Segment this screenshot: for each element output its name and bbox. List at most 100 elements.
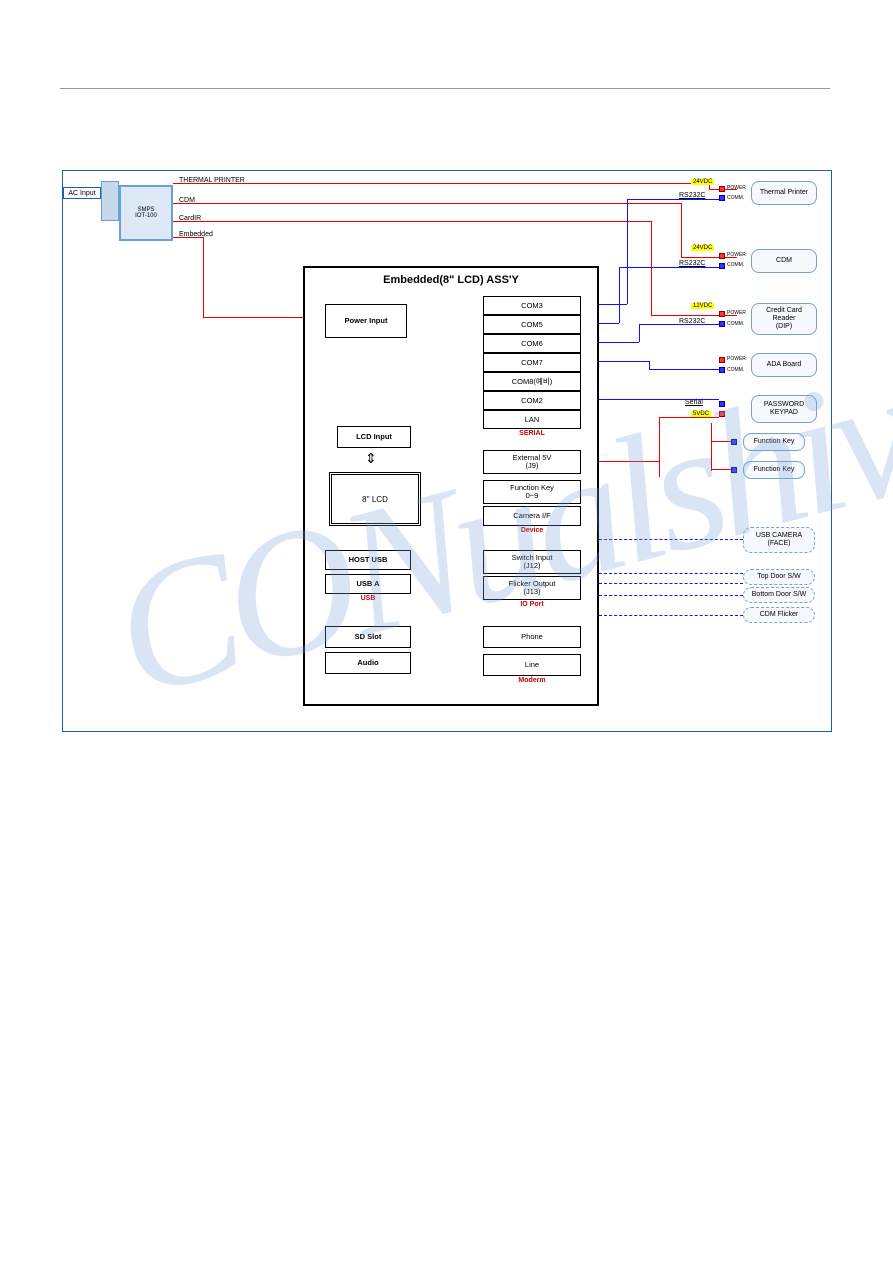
power-label: POWER <box>727 185 746 191</box>
comm-connector-icon <box>731 467 737 473</box>
peripheral-fkey1: Function Key <box>743 433 805 451</box>
comm-label: COMM. <box>727 262 744 268</box>
power-connector-icon <box>719 357 725 363</box>
wire <box>711 441 731 442</box>
smps-block: SMPS IOT-100 <box>119 185 173 241</box>
embedded-assy: Embedded(8" LCD) ASS'Y Power Input COM3 … <box>303 266 599 706</box>
serial-label: SERIAL <box>483 430 581 437</box>
wire <box>599 573 743 574</box>
block-diagram: AC Input SMPS IOT-100 THERMAL PRINTER CD… <box>62 170 832 732</box>
wire <box>619 267 719 268</box>
v12-label: 12VDC <box>691 303 714 309</box>
audio-box: Audio <box>325 652 411 674</box>
port-switch: Switch Input (J12) <box>483 550 581 574</box>
wire <box>203 237 204 317</box>
comm-label: COMM. <box>727 321 744 327</box>
comm-label: COMM. <box>727 195 744 201</box>
ioport-label: IO Port <box>483 601 581 608</box>
bidir-arrow-icon: ⇕ <box>365 450 377 467</box>
host-usb-box: HOST USB <box>325 550 411 570</box>
wire <box>599 583 743 584</box>
wire <box>649 361 650 369</box>
usb-a-box: USB A <box>325 574 411 594</box>
power-label: POWER <box>727 310 746 316</box>
v24-label: 24VDC <box>691 179 714 185</box>
port-com7: COM7 <box>483 353 581 372</box>
peripheral-fkey2: Function Key <box>743 461 805 479</box>
comm-connector-icon <box>719 263 725 269</box>
port-line: Line <box>483 654 581 676</box>
peripheral-cdm-flicker: CDM Flicker <box>743 607 815 623</box>
comm-connector-icon <box>719 321 725 327</box>
wire <box>659 417 719 418</box>
port-com8: COM8(예비) <box>483 372 581 391</box>
lcd-screen: 8'' LCD <box>329 472 421 526</box>
smps-label: SMPS IOT-100 <box>135 207 157 219</box>
power-label: POWER <box>727 356 746 362</box>
port-com6: COM6 <box>483 334 581 353</box>
port-ext5v: External 5V (J9) <box>483 450 581 474</box>
modem-label: Moderm <box>483 677 581 684</box>
power-connector-icon <box>719 311 725 317</box>
wire <box>711 469 731 470</box>
peripheral-ada-board: ADA Board <box>751 353 817 377</box>
peripheral-keypad: PASSWORD KEYPAD <box>751 395 817 423</box>
wire <box>627 199 628 304</box>
wire <box>599 323 619 324</box>
port-lan: LAN <box>483 410 581 429</box>
comm-connector-icon <box>719 401 725 407</box>
wire <box>619 267 620 323</box>
power-input-box: Power Input <box>325 304 407 338</box>
power-connector-icon <box>719 253 725 259</box>
wire <box>599 461 659 462</box>
wire <box>711 423 712 471</box>
ac-input-label: AC Input <box>68 190 95 197</box>
port-com5: COM5 <box>483 315 581 334</box>
serial-label-kp: Serial <box>685 399 703 406</box>
ac-connector <box>101 181 119 221</box>
peripheral-cdm: CDM <box>751 249 817 273</box>
peripheral-thermal-printer: Thermal Printer <box>751 181 817 205</box>
wire <box>173 203 681 204</box>
wire <box>599 399 719 400</box>
comm-connector-icon <box>719 195 725 201</box>
wire <box>651 221 652 315</box>
ac-input-box: AC Input <box>63 187 101 199</box>
peripheral-usb-camera: USB CAMERA (FACE) <box>743 527 815 553</box>
rs232c-label: RS232C <box>679 192 705 199</box>
device-label: Device <box>483 527 581 534</box>
assy-title: Embedded(8" LCD) ASS'Y <box>305 274 597 286</box>
comm-label: COMM. <box>727 367 744 373</box>
wire <box>599 595 743 596</box>
wire <box>627 199 719 200</box>
usb-label: USB <box>325 595 411 602</box>
sd-slot-box: SD Slot <box>325 626 411 648</box>
port-camera: Camera I/F <box>483 506 581 526</box>
power-label: POWER <box>727 252 746 258</box>
wire <box>639 324 640 342</box>
peripheral-bottom-door: Bottom Door S/W <box>743 587 815 603</box>
power-connector-icon <box>719 186 725 192</box>
comm-connector-icon <box>731 439 737 445</box>
port-com2: COM2 <box>483 391 581 410</box>
rs232c-label-2: RS232C <box>679 260 705 267</box>
port-phone: Phone <box>483 626 581 648</box>
comm-connector-icon <box>719 367 725 373</box>
wire <box>599 361 649 362</box>
power-connector-icon <box>719 411 725 417</box>
v24-label-2: 24VDC <box>691 245 714 251</box>
wire <box>173 221 651 222</box>
port-fkey: Function Key 0~9 <box>483 480 581 504</box>
wire <box>639 324 719 325</box>
port-com3: COM3 <box>483 296 581 315</box>
peripheral-card-reader: Credit Card Reader (DIP) <box>751 303 817 335</box>
wire <box>173 237 203 238</box>
wire <box>599 342 639 343</box>
wire <box>659 417 660 477</box>
wire <box>173 183 709 184</box>
port-flicker: Flicker Output (J13) <box>483 576 581 600</box>
lcd-input-box: LCD Input <box>337 426 411 448</box>
peripheral-top-door: Top Door S/W <box>743 569 815 585</box>
header-rule <box>60 88 830 89</box>
wire <box>681 203 682 257</box>
